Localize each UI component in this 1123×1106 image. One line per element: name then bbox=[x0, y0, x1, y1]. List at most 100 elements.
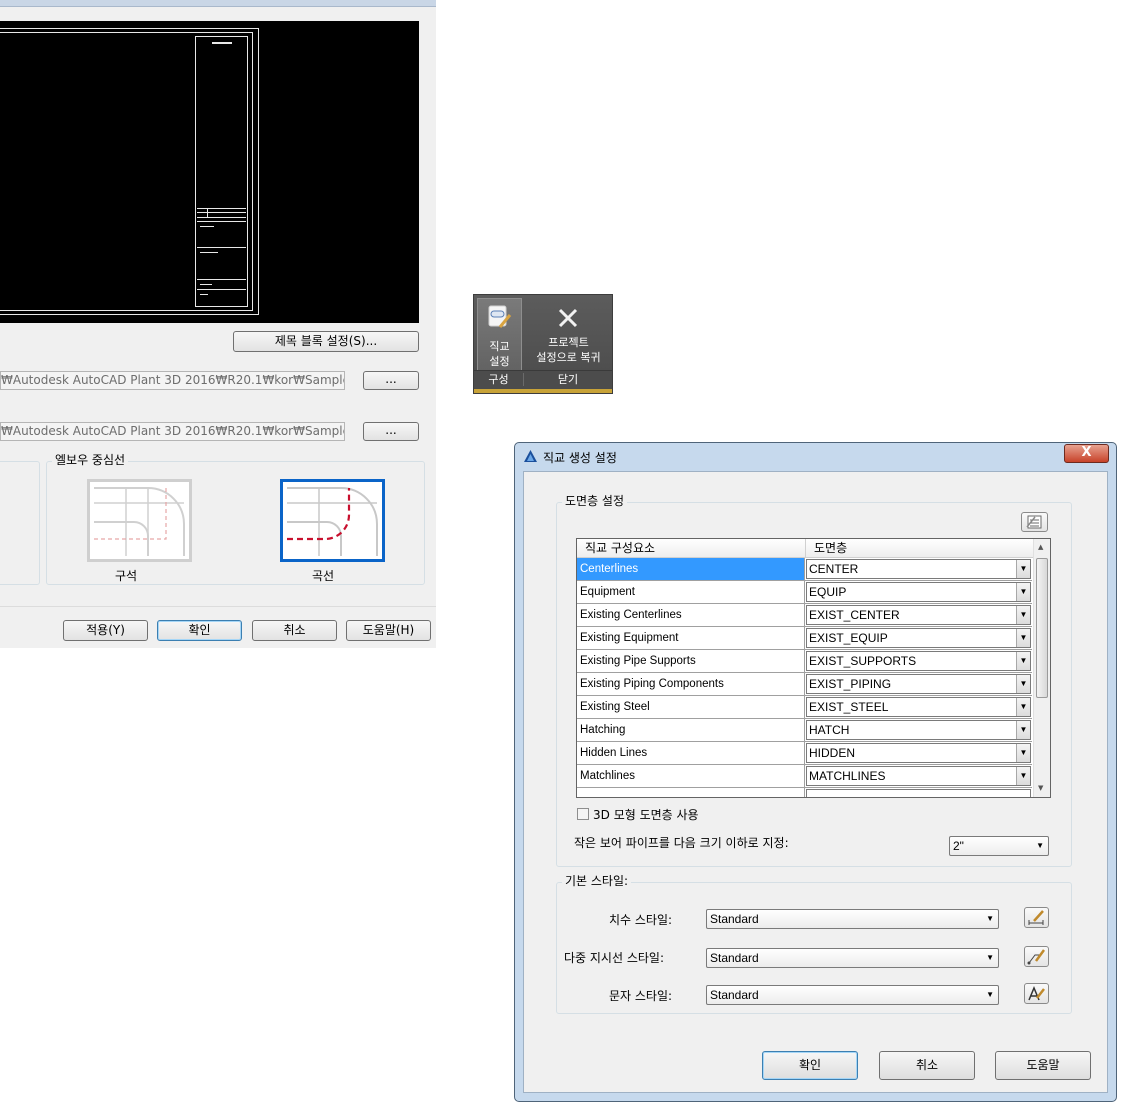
text-style-select[interactable]: Standard ▼ bbox=[706, 985, 999, 1005]
dimension-style-icon bbox=[1028, 910, 1044, 925]
chevron-down-icon[interactable]: ▼ bbox=[1016, 744, 1030, 762]
layer-select[interactable]: EXIST_PIPING ▼ bbox=[806, 674, 1031, 694]
ortho-settings-label-2: 설정 bbox=[489, 355, 510, 368]
component-name-cell[interactable]: Existing Steel bbox=[577, 696, 805, 718]
chevron-down-icon: ▼ bbox=[1036, 841, 1044, 850]
ribbon-panel-titles: 구성 닫기 bbox=[474, 370, 612, 388]
dialog-ok-button[interactable]: 확인 bbox=[762, 1051, 858, 1080]
ribbon-panel: 직교 설정 프로젝트 설정으로 복귀 구성 닫기 bbox=[473, 294, 613, 394]
component-name-cell[interactable]: Matchlines bbox=[577, 765, 805, 787]
ok-button[interactable]: 확인 bbox=[157, 620, 242, 641]
path-field-1[interactable]: ₩Autodesk AutoCAD Plant 3D 2016₩R20.1₩ko… bbox=[0, 371, 345, 390]
text-style-label: 문자 스타일: bbox=[609, 989, 673, 1003]
multileader-style-value: Standard bbox=[710, 951, 759, 965]
table-row[interactable]: Matchlines MATCHLINES ▼ bbox=[577, 765, 1032, 788]
small-bore-size-select[interactable]: 2" ▼ bbox=[949, 836, 1049, 856]
column-header-layer[interactable]: 도면층 bbox=[806, 539, 1034, 558]
layer-select[interactable]: MATCHLINES ▼ bbox=[806, 766, 1031, 786]
column-header-component[interactable]: 직교 구성요소 bbox=[577, 539, 806, 558]
chevron-down-icon[interactable]: ▼ bbox=[1016, 767, 1030, 785]
table-row[interactable]: Equipment EQUIP ▼ bbox=[577, 581, 1032, 604]
table-row[interactable]: Centerlines CENTER ▼ bbox=[577, 558, 1032, 581]
table-row[interactable]: Existing Pipe Supports EXIST_SUPPORTS ▼ bbox=[577, 650, 1032, 673]
chevron-down-icon[interactable]: ▼ bbox=[1016, 675, 1030, 693]
table-row[interactable]: Existing Equipment EXIST_EQUIP ▼ bbox=[577, 627, 1032, 650]
layer-select[interactable]: EXIST_STEEL ▼ bbox=[806, 697, 1031, 717]
layer-value: EXIST_EQUIP bbox=[809, 631, 888, 645]
small-bore-label: 작은 보어 파이프를 다음 크기 이하로 지정: bbox=[574, 836, 789, 850]
table-row[interactable]: Existing Piping Components EXIST_PIPING ▼ bbox=[577, 673, 1032, 696]
layer-settings-title: 도면층 설정 bbox=[562, 492, 628, 509]
layer-select[interactable]: EQUIP ▼ bbox=[806, 582, 1031, 602]
layer-value: EQUIP bbox=[809, 585, 847, 599]
component-name-cell[interactable]: Equipment bbox=[577, 581, 805, 603]
elbow-construction-icon bbox=[94, 487, 185, 556]
text-style-edit-button[interactable] bbox=[1024, 983, 1049, 1004]
chevron-down-icon: ▼ bbox=[986, 914, 994, 923]
close-button[interactable]: X bbox=[1064, 444, 1109, 463]
chevron-down-icon[interactable]: ▼ bbox=[1016, 698, 1030, 716]
component-name-cell[interactable]: Existing Pipe Supports bbox=[577, 650, 805, 672]
layer-select[interactable]: HIDDEN ▼ bbox=[806, 743, 1031, 763]
footer-divider bbox=[0, 606, 436, 607]
layer-select[interactable]: CENTER ▼ bbox=[806, 559, 1031, 579]
table-row[interactable]: Existing Centerlines EXIST_CENTER ▼ bbox=[577, 604, 1032, 627]
layer-select[interactable]: HATCH ▼ bbox=[806, 720, 1031, 740]
chevron-down-icon[interactable]: ▼ bbox=[1016, 606, 1030, 624]
table-scrollbar[interactable]: ▲ ▼ bbox=[1033, 539, 1050, 797]
multileader-style-edit-button[interactable] bbox=[1024, 946, 1049, 967]
browse-button-1[interactable]: ... bbox=[363, 371, 419, 390]
chevron-down-icon[interactable]: ▼ bbox=[1016, 560, 1030, 578]
multileader-style-select[interactable]: Standard ▼ bbox=[706, 948, 999, 968]
dialog-cancel-button[interactable]: 취소 bbox=[879, 1051, 975, 1080]
ortho-settings-label-1: 직교 bbox=[489, 340, 510, 353]
preview-line bbox=[207, 208, 208, 218]
construction-option-image[interactable] bbox=[87, 479, 192, 562]
chevron-down-icon[interactable]: ▼ bbox=[1016, 583, 1030, 601]
scroll-down-icon[interactable]: ▼ bbox=[1038, 784, 1043, 792]
layer-properties-button[interactable] bbox=[1021, 512, 1048, 532]
browse-button-2[interactable]: ... bbox=[363, 422, 419, 441]
component-name-cell[interactable]: Hidden Lines bbox=[577, 742, 805, 764]
cancel-button[interactable]: 취소 bbox=[252, 620, 337, 641]
use-3d-layers-checkbox[interactable] bbox=[577, 808, 589, 820]
layer-select[interactable]: EXIST_CENTER ▼ bbox=[806, 605, 1031, 625]
text-style-icon bbox=[1028, 986, 1045, 1001]
dimension-style-edit-button[interactable] bbox=[1024, 907, 1049, 928]
preview-line bbox=[197, 221, 246, 222]
layer-select[interactable]: EXIST_SUPPORTS ▼ bbox=[806, 651, 1031, 671]
title-block-settings-button[interactable]: 제목 블록 설정(S)... bbox=[233, 331, 419, 352]
apply-button[interactable]: 적용(Y) bbox=[63, 620, 148, 641]
help-button[interactable]: 도움말(H) bbox=[346, 620, 431, 641]
preview-line bbox=[197, 212, 246, 213]
table-row[interactable]: Existing Steel EXIST_STEEL ▼ bbox=[577, 696, 1032, 719]
autocad-logo-icon bbox=[524, 450, 537, 462]
chevron-down-icon[interactable]: ▼ bbox=[1016, 629, 1030, 647]
component-name-cell[interactable]: Existing Equipment bbox=[577, 627, 805, 649]
chevron-down-icon[interactable]: ▼ bbox=[1016, 721, 1030, 739]
return-to-project-button[interactable]: 프로젝트 설정으로 복귀 bbox=[526, 298, 611, 370]
chevron-down-icon[interactable]: ▼ bbox=[1016, 652, 1030, 670]
path-field-2[interactable]: ₩Autodesk AutoCAD Plant 3D 2016₩R20.1₩ko… bbox=[0, 422, 345, 441]
curve-option-image[interactable] bbox=[280, 479, 385, 562]
curve-option-label: 곡선 bbox=[312, 569, 335, 583]
scrollbar-thumb[interactable] bbox=[1036, 558, 1048, 698]
scroll-up-icon[interactable]: ▲ bbox=[1038, 543, 1043, 551]
layer-select[interactable]: EXIST_EQUIP ▼ bbox=[806, 628, 1031, 648]
component-name-cell[interactable]: Existing Centerlines bbox=[577, 604, 805, 626]
layer-value: EXIST_STEEL bbox=[809, 700, 889, 714]
table-row[interactable]: Hatching HATCH ▼ bbox=[577, 719, 1032, 742]
component-name-cell[interactable]: Existing Piping Components bbox=[577, 673, 805, 695]
layer-value: EXIST_PIPING bbox=[809, 677, 892, 691]
dimension-style-select[interactable]: Standard ▼ bbox=[706, 909, 999, 929]
small-bore-size-value: 2" bbox=[953, 839, 964, 853]
dialog-help-button[interactable]: 도움말 bbox=[995, 1051, 1091, 1080]
chevron-down-icon: ▼ bbox=[986, 953, 994, 962]
table-row[interactable]: Hidden Lines HIDDEN ▼ bbox=[577, 742, 1032, 765]
chevron-down-icon: ▼ bbox=[986, 990, 994, 999]
layer-mapping-table[interactable]: 직교 구성요소 도면층 Centerlines CENTER ▼ Equipment E… bbox=[576, 538, 1051, 798]
component-name-cell[interactable]: Hatching bbox=[577, 719, 805, 741]
text-style-value: Standard bbox=[710, 988, 759, 1002]
preview-title-strip bbox=[195, 36, 248, 307]
component-name-cell[interactable]: Centerlines bbox=[577, 558, 805, 580]
